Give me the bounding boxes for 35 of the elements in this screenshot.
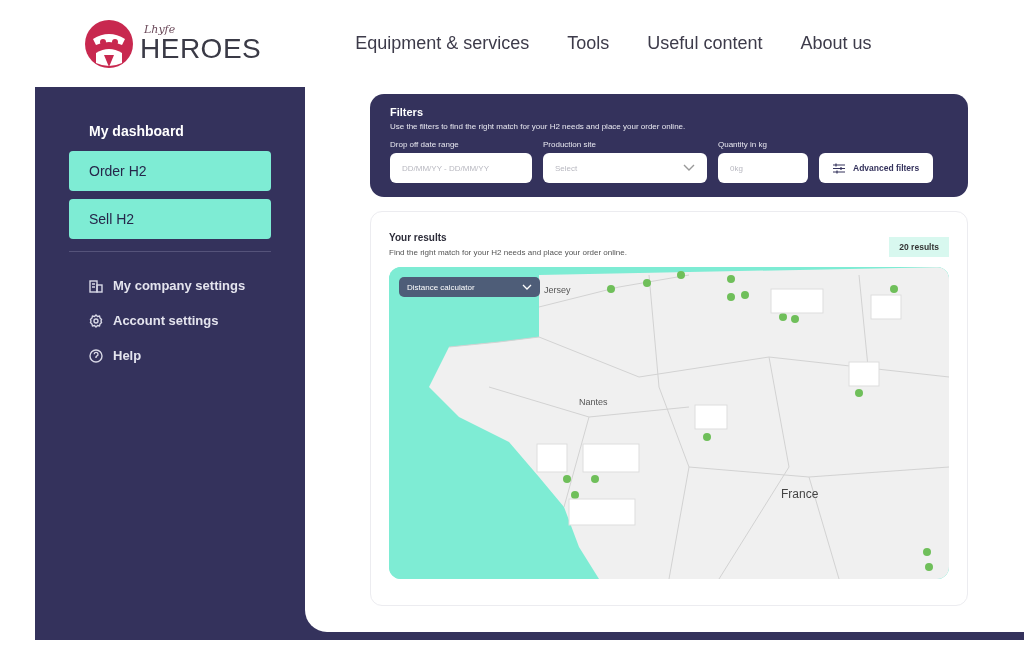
map-place-label: Jersey	[544, 285, 571, 295]
hero-mask-logo-icon	[84, 18, 134, 69]
sliders-icon	[833, 162, 845, 174]
filters-description: Use the filters to find the right match for your H2 needs and place your order online.	[390, 122, 687, 131]
select-field[interactable]: Select	[543, 153, 707, 183]
building-icon	[89, 278, 103, 293]
sidebar-link[interactable]: Help	[113, 348, 142, 363]
distance-calculator-dropdown[interactable]: Distance calculator	[399, 277, 540, 297]
field-label: Quantity in kg	[718, 140, 768, 149]
advanced-filters-button[interactable]: Advanced filters	[819, 153, 934, 183]
sidebar-heading: My dashboard	[89, 123, 185, 139]
sidebar-link[interactable]: Account settings	[113, 313, 219, 328]
logo-text: HEROES	[140, 35, 262, 63]
settings-icon	[89, 313, 103, 328]
chevron-down-icon	[522, 284, 532, 290]
chevron-down-icon	[683, 164, 695, 172]
results-count: 20 results	[889, 237, 949, 257]
results-title: Your results	[389, 232, 448, 243]
filters-title: Filters	[390, 106, 424, 118]
field-label: Drop off date range	[390, 140, 460, 149]
field-label: Production site	[543, 140, 597, 149]
map-place-label: Nantes	[579, 397, 608, 407]
input-field[interactable]: DD/MM/YY - DD/MM/YY	[390, 153, 532, 183]
sidebar-link[interactable]: My company settings	[113, 278, 246, 293]
nav-link[interactable]: About us	[800, 33, 872, 54]
input-field[interactable]: 0kg	[718, 153, 808, 183]
sidebar-action-button[interactable]: Sell H2	[69, 199, 271, 239]
help-icon	[89, 348, 103, 363]
logo-script-text: Lhyfe	[144, 24, 177, 35]
nav-link[interactable]: Tools	[567, 33, 610, 54]
nav-link[interactable]: Useful content	[647, 33, 763, 54]
results-description: Find the right match for your H2 needs and place your order online.	[389, 248, 627, 257]
map-place-label: France	[781, 487, 819, 501]
sidebar-action-button[interactable]: Order H2	[69, 151, 271, 191]
nav-link[interactable]: Equipment & services	[355, 33, 530, 54]
